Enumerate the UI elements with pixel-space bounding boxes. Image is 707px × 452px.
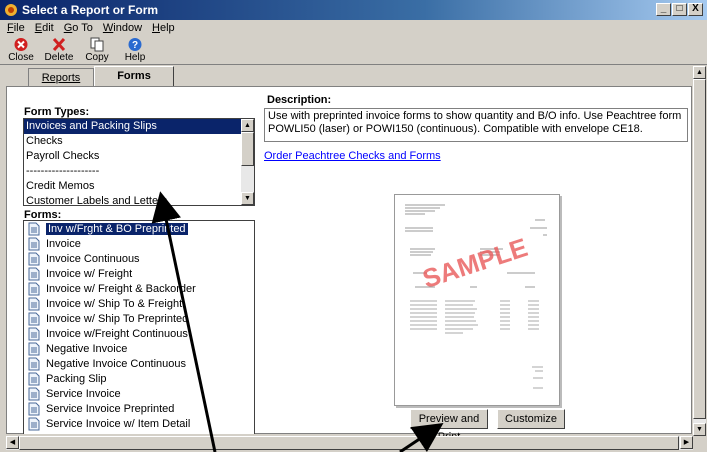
form-types-label: Form Types: (24, 106, 90, 118)
document-icon (28, 402, 40, 415)
window-title: Select a Report or Form (22, 3, 159, 17)
document-icon (28, 237, 40, 250)
form-types-list[interactable]: Invoices and Packing Slips Checks Payrol… (23, 118, 255, 206)
help-button[interactable]: ? Help (116, 37, 154, 64)
tab-strip: Reports Forms (28, 66, 174, 87)
maximize-button[interactable]: □ (672, 3, 687, 16)
menu-window[interactable]: Window (98, 21, 147, 37)
description-text: Use with preprinted invoice forms to sho… (264, 108, 688, 142)
document-icon (28, 312, 40, 325)
form-type-item[interactable]: Customer Labels and Letters (24, 194, 254, 205)
menu-goto[interactable]: Go To (59, 21, 98, 37)
form-types-scrollbar[interactable]: ▲ ▼ (241, 119, 254, 205)
form-item[interactable]: Negative Invoice (24, 341, 254, 356)
close-button[interactable]: Close (2, 37, 40, 64)
help-icon: ? (128, 38, 142, 51)
document-icon (28, 252, 40, 265)
invoice-sample-graphic: SAMPLE (405, 204, 547, 389)
description-label: Description: (267, 94, 332, 106)
tab-reports[interactable]: Reports (28, 68, 94, 87)
svg-text:?: ? (132, 40, 138, 51)
copy-icon (90, 37, 104, 52)
scroll-up-arrow-icon[interactable]: ▲ (693, 66, 706, 79)
form-item[interactable]: Service Invoice (24, 386, 254, 401)
tab-forms[interactable]: Forms (94, 66, 174, 87)
menu-edit[interactable]: Edit (30, 21, 59, 37)
document-icon (28, 417, 40, 430)
document-icon (28, 327, 40, 340)
window-horizontal-scrollbar[interactable]: ◀ ▶ (6, 436, 693, 450)
form-item[interactable]: Invoice w/ Ship To Preprinted (24, 311, 254, 326)
toolbar: Close Delete Copy ? Help (0, 37, 707, 65)
scroll-right-arrow-icon[interactable]: ▶ (680, 436, 693, 449)
form-preview-image: SAMPLE (394, 194, 560, 406)
scroll-up-arrow-icon[interactable]: ▲ (241, 119, 254, 132)
document-icon (28, 357, 40, 370)
document-icon (28, 387, 40, 400)
copy-button[interactable]: Copy (78, 37, 116, 64)
form-item[interactable]: Negative Invoice Continuous (24, 356, 254, 371)
app-icon (5, 4, 17, 16)
form-type-item[interactable]: Invoices and Packing Slips (24, 119, 254, 134)
scroll-left-arrow-icon[interactable]: ◀ (6, 436, 19, 449)
form-item[interactable]: Service Invoice w/ Item Detail (24, 416, 254, 431)
form-item[interactable]: Invoice w/ Freight (24, 266, 254, 281)
form-item[interactable]: Inv w/Frght & BO Preprinted (24, 221, 254, 236)
form-item[interactable]: Invoice (24, 236, 254, 251)
scroll-thumb[interactable] (693, 79, 706, 419)
window-vertical-scrollbar[interactable]: ▲ ▼ (693, 66, 706, 436)
form-item[interactable]: Invoice Continuous (24, 251, 254, 266)
customize-button[interactable]: Customize (497, 409, 565, 429)
form-item[interactable]: Invoice w/Freight Continuous (24, 326, 254, 341)
preview-print-button[interactable]: Preview and Print (410, 409, 488, 443)
delete-x-icon (52, 37, 66, 52)
scroll-thumb[interactable] (19, 436, 679, 450)
document-icon (28, 267, 40, 280)
document-icon (28, 297, 40, 310)
title-bar: Select a Report or Form _ □ X (0, 0, 707, 20)
menu-help[interactable]: Help (147, 21, 180, 37)
scroll-down-arrow-icon[interactable]: ▼ (693, 423, 706, 436)
form-item[interactable]: Packing Slip (24, 371, 254, 386)
close-circle-icon (14, 38, 28, 51)
form-item[interactable]: Invoice w/ Ship To & Freight (24, 296, 254, 311)
document-icon (28, 372, 40, 385)
order-checks-link[interactable]: Order Peachtree Checks and Forms (264, 150, 441, 162)
form-type-item[interactable]: -------------------- (24, 164, 254, 179)
sample-watermark: SAMPLE (419, 232, 531, 294)
scroll-thumb[interactable] (241, 132, 254, 166)
form-type-item[interactable]: Credit Memos (24, 179, 254, 194)
forms-panel: Form Types: Invoices and Packing Slips C… (6, 86, 692, 443)
document-icon (28, 222, 40, 235)
menu-bar: File Edit Go To Window Help (0, 21, 180, 37)
document-icon (28, 282, 40, 295)
form-item[interactable]: Invoice w/ Freight & Backorder (24, 281, 254, 296)
form-type-item[interactable]: Payroll Checks (24, 149, 254, 164)
scroll-down-arrow-icon[interactable]: ▼ (241, 192, 254, 205)
forms-list[interactable]: Inv w/Frght & BO Preprinted Invoice Invo… (23, 220, 255, 434)
menu-file[interactable]: File (2, 21, 30, 37)
document-icon (28, 342, 40, 355)
form-type-item[interactable]: Checks (24, 134, 254, 149)
delete-button[interactable]: Delete (40, 37, 78, 64)
minimize-button[interactable]: _ (656, 3, 671, 16)
close-window-button[interactable]: X (688, 3, 703, 16)
form-item[interactable]: Service Invoice Preprinted (24, 401, 254, 416)
